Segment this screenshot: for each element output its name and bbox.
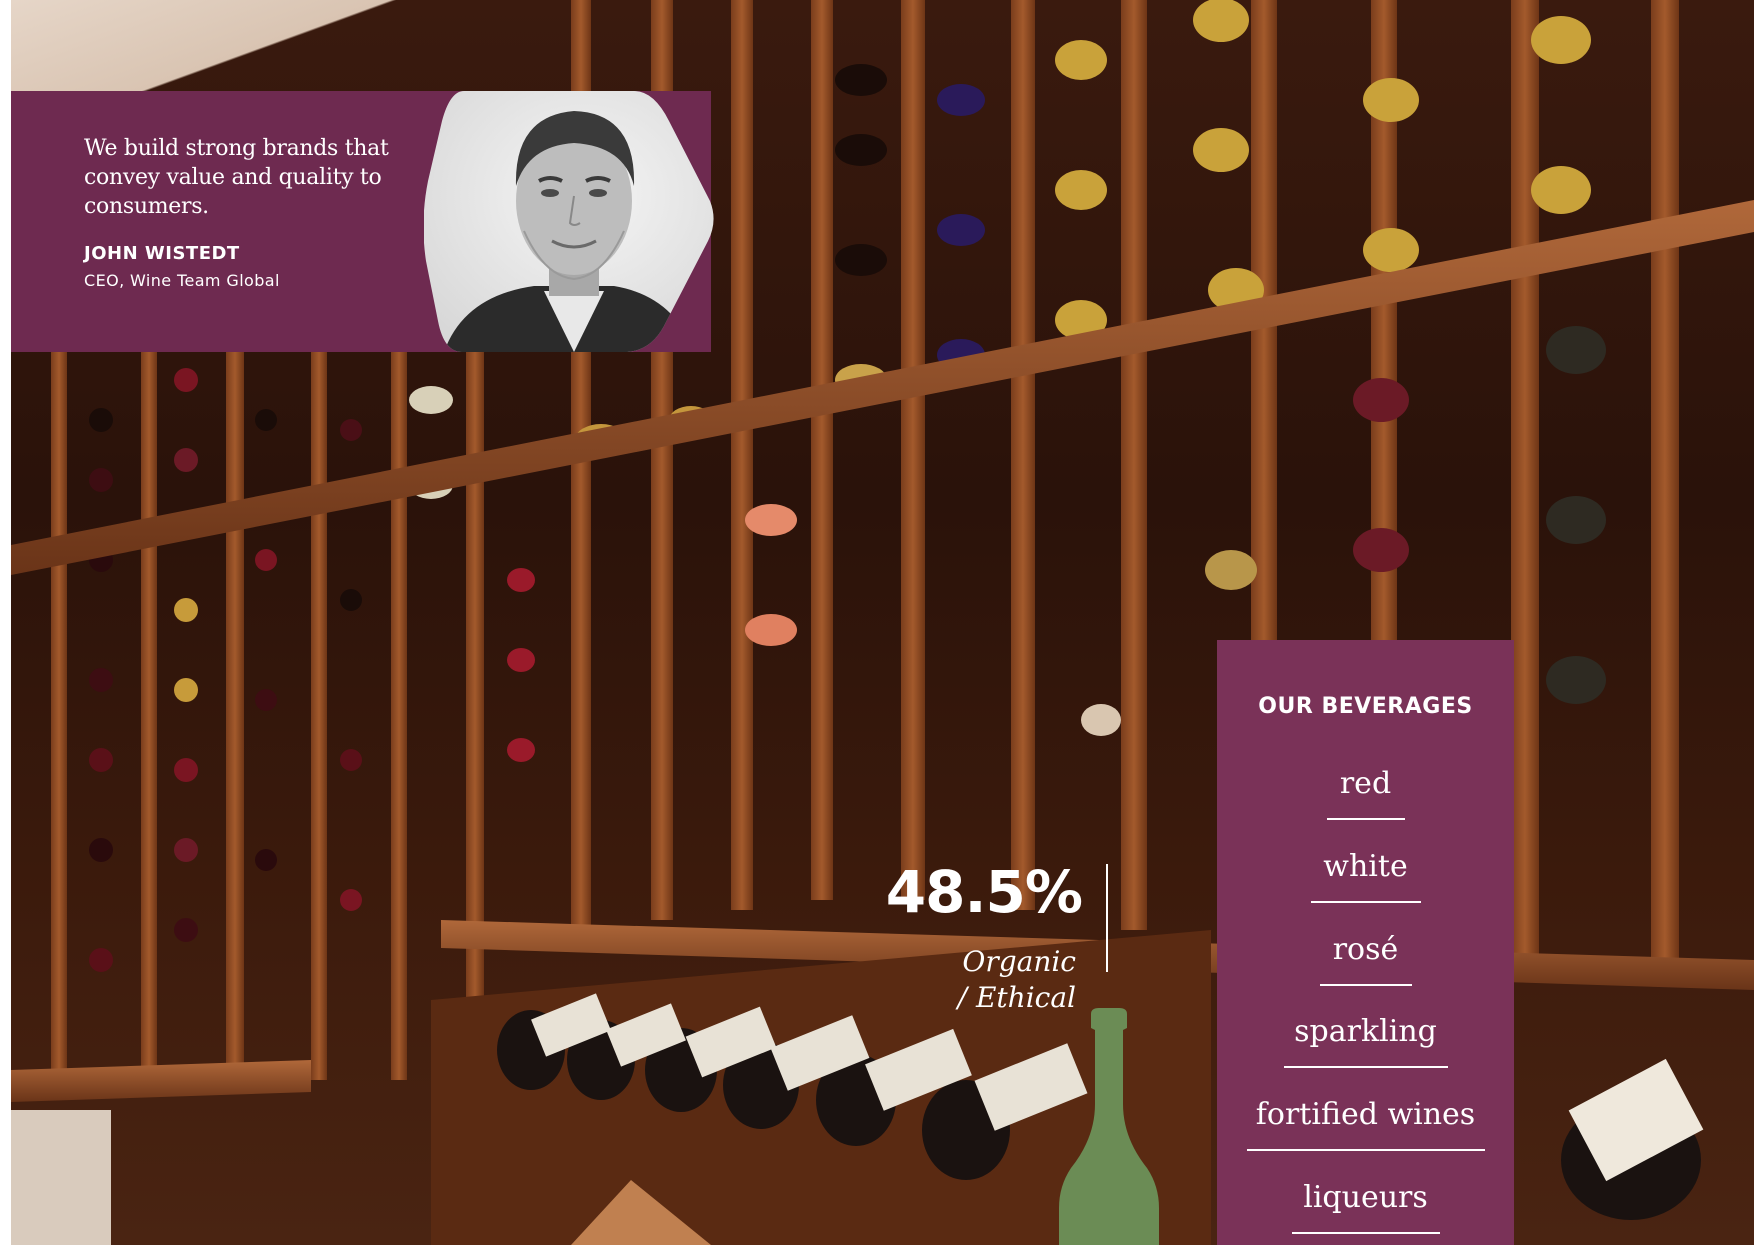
beverage-item-red: red: [1217, 764, 1514, 820]
organic-label-line1: Organic: [962, 945, 1076, 978]
beverage-underline: [1246, 1149, 1485, 1151]
beverage-item-rose: rosé: [1217, 930, 1514, 986]
testimonial-quote: We build strong brands that convey value…: [84, 136, 389, 219]
beverage-underline: [1291, 1232, 1440, 1234]
beverage-label: sparkling: [1294, 1014, 1437, 1049]
beverage-label: red: [1339, 766, 1392, 801]
beverage-underline: [1319, 984, 1412, 986]
beverage-item-sparkling: sparkling: [1217, 1012, 1514, 1068]
organic-label-line2: / Ethical: [957, 981, 1076, 1014]
beverage-label: white: [1323, 849, 1408, 884]
organic-percentage: 48.5%: [885, 858, 1083, 926]
statistic-divider: [1106, 864, 1108, 972]
beverage-underline: [1310, 901, 1421, 903]
beverage-item-white: white: [1217, 847, 1514, 903]
beverage-item-liqueurs: liqueurs: [1217, 1178, 1514, 1234]
beverages-heading: OUR BEVERAGES: [1258, 694, 1473, 719]
author-portrait: [424, 91, 714, 352]
beverage-label: rosé: [1332, 932, 1399, 967]
brochure-page: We build strong brands that convey value…: [0, 0, 1754, 1245]
beverage-label: fortified wines: [1255, 1097, 1476, 1132]
testimonial-author-title: CEO, Wine Team Global: [84, 271, 280, 290]
wine-bottle-icon: [1059, 1008, 1159, 1245]
beverages-panel: OUR BEVERAGES red white rosé sparkling f…: [1217, 640, 1514, 1245]
beverage-item-fortified-wines: fortified wines: [1217, 1095, 1514, 1151]
testimonial-author-name: JOHN WISTEDT: [84, 243, 240, 264]
page-margin: [0, 0, 11, 1245]
beverage-underline: [1326, 818, 1405, 820]
beverage-underline: [1283, 1066, 1448, 1068]
beverage-label: liqueurs: [1303, 1180, 1428, 1215]
organic-label: Organic / Ethical: [876, 944, 1076, 1016]
